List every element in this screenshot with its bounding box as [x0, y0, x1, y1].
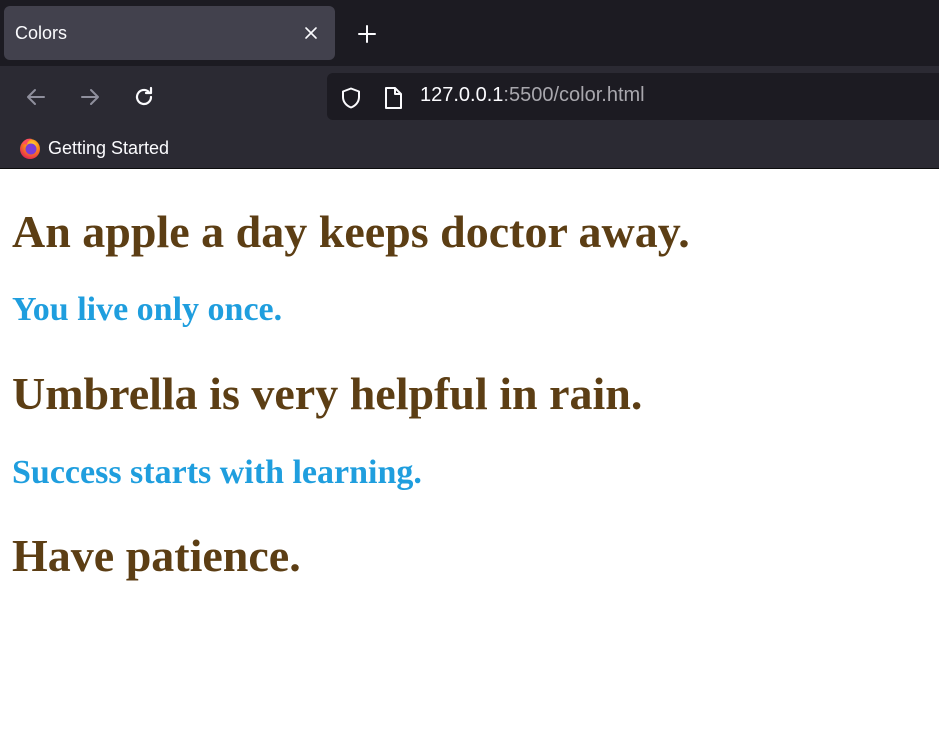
page-icon[interactable]: [382, 86, 404, 110]
new-tab-button[interactable]: [351, 18, 383, 50]
bookmark-getting-started[interactable]: Getting Started: [18, 134, 169, 162]
plus-icon: [358, 25, 376, 43]
heading-umbrella: Umbrella is very helpful in rain.: [12, 368, 643, 419]
heading-apple: An apple a day keeps doctor away.: [12, 206, 690, 257]
back-arrow-icon: [27, 89, 45, 105]
page-content: An apple a day keeps doctor away. You li…: [0, 169, 939, 742]
forward-arrow-icon: [81, 89, 99, 105]
heading-success: Success starts with learning.: [12, 454, 422, 491]
back-button[interactable]: [20, 81, 52, 113]
reload-button[interactable]: [128, 81, 160, 113]
forward-button[interactable]: [74, 81, 106, 113]
firefox-icon: [20, 138, 40, 159]
reload-icon: [135, 86, 153, 106]
navigation-toolbar: 127.0.0.1:5500/color.html: [0, 66, 939, 128]
shield-icon[interactable]: [339, 86, 363, 110]
heading-live-once: You live only once.: [12, 291, 283, 328]
url-path: :5500/color.html: [503, 84, 645, 106]
tab-title: Colors: [15, 22, 68, 43]
heading-patience: Have patience.: [12, 530, 301, 581]
bookmarks-toolbar: Getting Started: [0, 128, 939, 169]
address-bar[interactable]: 127.0.0.1:5500/color.html: [327, 73, 939, 120]
tab-strip: Colors: [0, 0, 939, 66]
url-text[interactable]: 127.0.0.1:5500/color.html: [420, 84, 645, 107]
bookmark-label: Getting Started: [48, 137, 170, 158]
tab-colors[interactable]: Colors: [4, 6, 335, 60]
url-host: 127.0.0.1: [420, 84, 504, 106]
close-icon[interactable]: [301, 23, 321, 43]
